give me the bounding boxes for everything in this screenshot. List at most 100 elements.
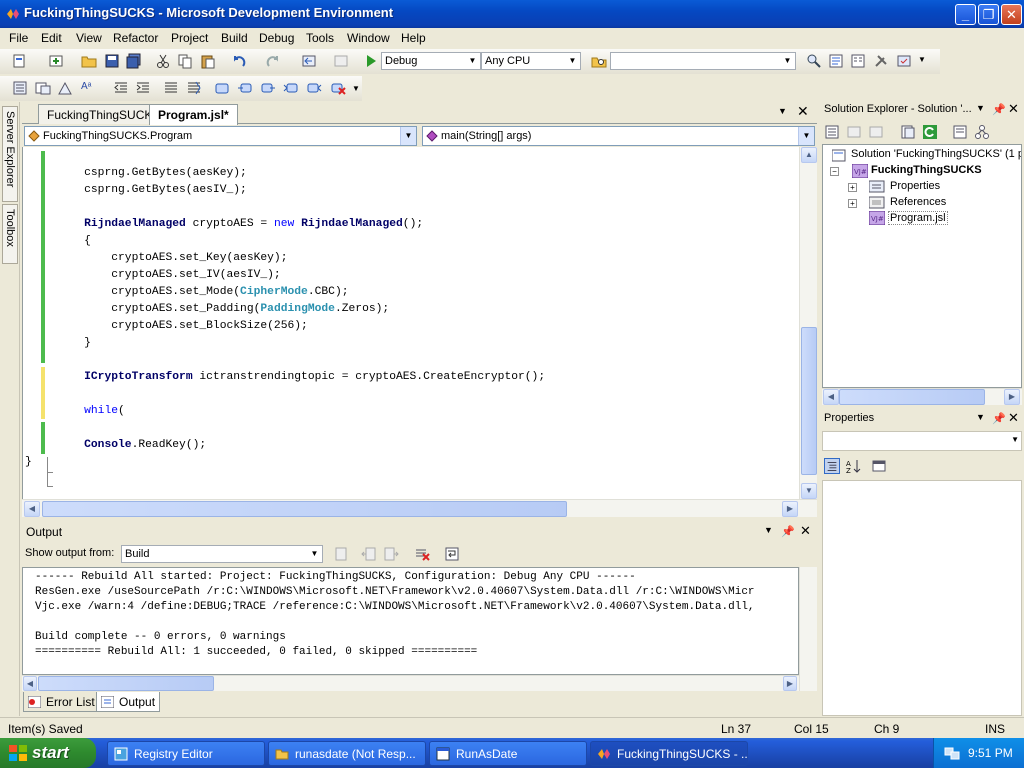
taskbar-item-runasdate-folder[interactable]: runasdate (Not Resp... (268, 741, 426, 766)
close-document-icon[interactable]: ✕ (797, 103, 809, 120)
class-diagram-icon[interactable] (974, 124, 990, 140)
active-files-dropdown-icon[interactable]: ▼ (778, 106, 787, 116)
solution-configuration-combo[interactable]: Debug ▼ (381, 52, 481, 70)
properties-window-icon[interactable] (850, 53, 866, 69)
scroll-thumb[interactable] (801, 327, 817, 475)
word-completion-icon[interactable]: Aᵃ (81, 81, 91, 92)
menu-edit[interactable]: Edit (41, 31, 62, 45)
code-text[interactable]: csprng.GetBytes(aesKey); csprng.GetBytes… (25, 165, 545, 488)
view-code-icon[interactable] (868, 124, 884, 140)
taskbar-item-devenv[interactable]: FuckingThingSUCKS - ... (590, 741, 748, 766)
save-all-icon[interactable] (126, 53, 142, 69)
increase-indent-icon[interactable] (135, 80, 151, 96)
scroll-thumb[interactable] (42, 501, 567, 517)
next-message-icon[interactable] (383, 546, 399, 562)
alphabetical-icon[interactable]: AZ (845, 458, 861, 474)
decrease-indent-icon[interactable] (113, 80, 129, 96)
find-message-in-code-icon[interactable] (333, 546, 349, 562)
restore-button[interactable]: ❐ (978, 4, 999, 25)
program-jsl-node[interactable]: Program.jsl (888, 211, 948, 225)
save-icon[interactable] (104, 53, 120, 69)
navigate-forward-icon[interactable] (333, 53, 349, 69)
uncomment-icon[interactable] (186, 80, 202, 96)
new-project-icon[interactable] (12, 53, 28, 69)
properties-node[interactable]: Properties (890, 180, 940, 192)
tab-output[interactable]: Output (96, 692, 161, 712)
output-vertical-scrollbar[interactable] (799, 567, 817, 691)
scroll-left-icon[interactable]: ◀ (23, 676, 37, 691)
find-in-files-icon[interactable] (591, 53, 607, 69)
scroll-up-icon[interactable]: ▲ (801, 147, 817, 163)
menu-help[interactable]: Help (401, 31, 426, 45)
solution-explorer-tree[interactable]: Solution 'FuckingThingSUCKS' (1 pro − VJ… (822, 144, 1022, 388)
window-position-icon[interactable]: ▼ (976, 412, 985, 422)
class-navigation-combo[interactable]: FuckingThingSUCKS.Program ▼ (24, 126, 417, 146)
previous-message-icon[interactable] (361, 546, 377, 562)
start-debugging-icon[interactable] (363, 53, 379, 69)
editor-horizontal-scrollbar[interactable]: ◀ ▶ (22, 499, 817, 517)
properties-grid[interactable] (822, 480, 1022, 716)
quick-info-icon[interactable] (57, 80, 73, 96)
clear-all-icon[interactable] (414, 546, 430, 562)
paste-icon[interactable] (200, 53, 216, 69)
code-editor[interactable]: csprng.GetBytes(aesKey); csprng.GetBytes… (22, 147, 817, 499)
properties-icon[interactable] (824, 124, 840, 140)
server-explorer-tab[interactable]: Server Explorer (2, 106, 18, 202)
previous-bookmark-icon[interactable] (237, 80, 253, 96)
toolbox-tab[interactable]: Toolbox (2, 204, 18, 264)
output-source-combo[interactable]: Build ▼ (121, 545, 323, 563)
other-windows-icon[interactable] (896, 53, 912, 69)
properties-object-combo[interactable]: ▼ (822, 431, 1022, 451)
open-folder-icon[interactable] (81, 53, 97, 69)
scroll-right-icon[interactable]: ▶ (1004, 389, 1020, 405)
clock[interactable]: 9:51 PM (968, 746, 1013, 760)
close-icon[interactable]: ✕ (1008, 410, 1019, 426)
close-button[interactable]: ✕ (1001, 4, 1022, 25)
menu-refactor[interactable]: Refactor (113, 31, 158, 45)
network-icon[interactable] (944, 745, 960, 761)
next-bookmark-in-folder-icon[interactable] (306, 80, 322, 96)
project-node[interactable]: FuckingThingSUCKS (871, 164, 982, 176)
previous-bookmark-in-folder-icon[interactable] (283, 80, 299, 96)
cut-icon[interactable] (155, 53, 171, 69)
tab-program-jsl[interactable]: Program.jsl* (149, 104, 238, 125)
scroll-right-icon[interactable]: ▶ (782, 501, 798, 517)
close-icon[interactable]: ✕ (800, 523, 811, 539)
taskbar-item-runasdate[interactable]: RunAsDate (429, 741, 587, 766)
auto-hide-pin-icon[interactable]: 📌 (992, 412, 1006, 425)
expand-icon[interactable]: + (848, 183, 857, 192)
menu-file[interactable]: File (9, 31, 28, 45)
title-bar[interactable]: FuckingThingSUCKS - Microsoft Developmen… (0, 0, 1024, 28)
next-bookmark-icon[interactable] (260, 80, 276, 96)
find-combo[interactable]: ▼ (610, 52, 796, 70)
solution-explorer-icon[interactable] (828, 53, 844, 69)
scroll-thumb[interactable] (839, 389, 985, 405)
view-designer-icon[interactable] (952, 124, 968, 140)
find-icon[interactable] (806, 53, 822, 69)
solution-platform-combo[interactable]: Any CPU ▼ (481, 52, 581, 70)
menu-build[interactable]: Build (221, 31, 248, 45)
refresh-folder-icon[interactable] (900, 124, 916, 140)
menu-window[interactable]: Window (347, 31, 390, 45)
copy-icon[interactable] (177, 53, 193, 69)
parameter-info-icon[interactable] (35, 80, 51, 96)
menu-view[interactable]: View (76, 31, 102, 45)
categorized-icon[interactable] (824, 458, 840, 474)
add-item-icon[interactable] (48, 53, 64, 69)
taskbar-item-registry-editor[interactable]: Registry Editor (107, 741, 265, 766)
toggle-bookmark-icon[interactable] (214, 80, 230, 96)
minimize-button[interactable]: _ (955, 4, 976, 25)
toolbox-icon[interactable] (873, 53, 889, 69)
references-node[interactable]: References (890, 196, 946, 208)
menu-tools[interactable]: Tools (306, 31, 334, 45)
auto-hide-pin-icon[interactable]: 📌 (992, 103, 1006, 116)
scroll-right-icon[interactable]: ▶ (783, 676, 797, 691)
undo-icon[interactable] (231, 53, 247, 69)
redo-icon[interactable] (265, 53, 281, 69)
toolbar-overflow-icon[interactable]: ▼ (352, 84, 360, 93)
member-navigation-combo[interactable]: main(String[] args) ▼ (422, 126, 815, 146)
window-position-icon[interactable]: ▼ (764, 525, 773, 535)
menu-debug[interactable]: Debug (259, 31, 294, 45)
scroll-left-icon[interactable]: ◀ (823, 389, 839, 405)
collapse-icon[interactable]: − (830, 167, 839, 176)
